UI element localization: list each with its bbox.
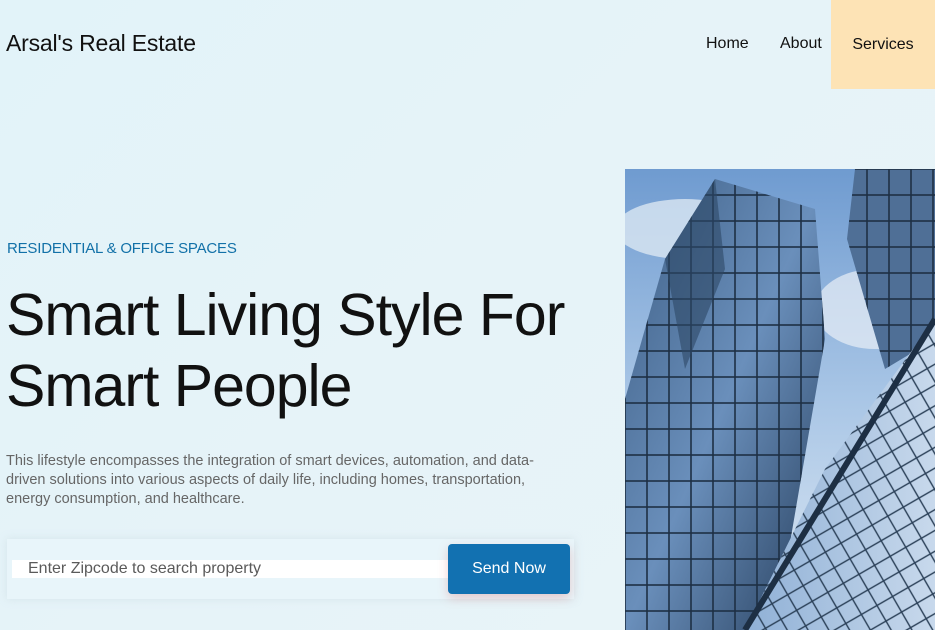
headline-line-2: Smart People xyxy=(6,353,352,419)
zipcode-input[interactable] xyxy=(12,560,452,578)
nav-link-about[interactable]: About xyxy=(780,35,822,53)
zipcode-search-form: Send Now xyxy=(7,539,574,599)
hero-eyebrow: RESIDENTIAL & OFFICE SPACES xyxy=(7,240,237,257)
nav-link-services[interactable]: Services xyxy=(831,0,935,89)
send-now-button[interactable]: Send Now xyxy=(448,544,570,594)
nav-link-home[interactable]: Home xyxy=(706,35,749,53)
headline-line-1: Smart Living Style For xyxy=(6,282,565,348)
hero-description: This lifestyle encompasses the integrati… xyxy=(6,453,534,507)
brand-logo-text[interactable]: Arsal's Real Estate xyxy=(6,30,196,57)
hero-headline: Smart Living Style For Smart People xyxy=(6,280,606,422)
hero-building-image xyxy=(625,169,935,630)
